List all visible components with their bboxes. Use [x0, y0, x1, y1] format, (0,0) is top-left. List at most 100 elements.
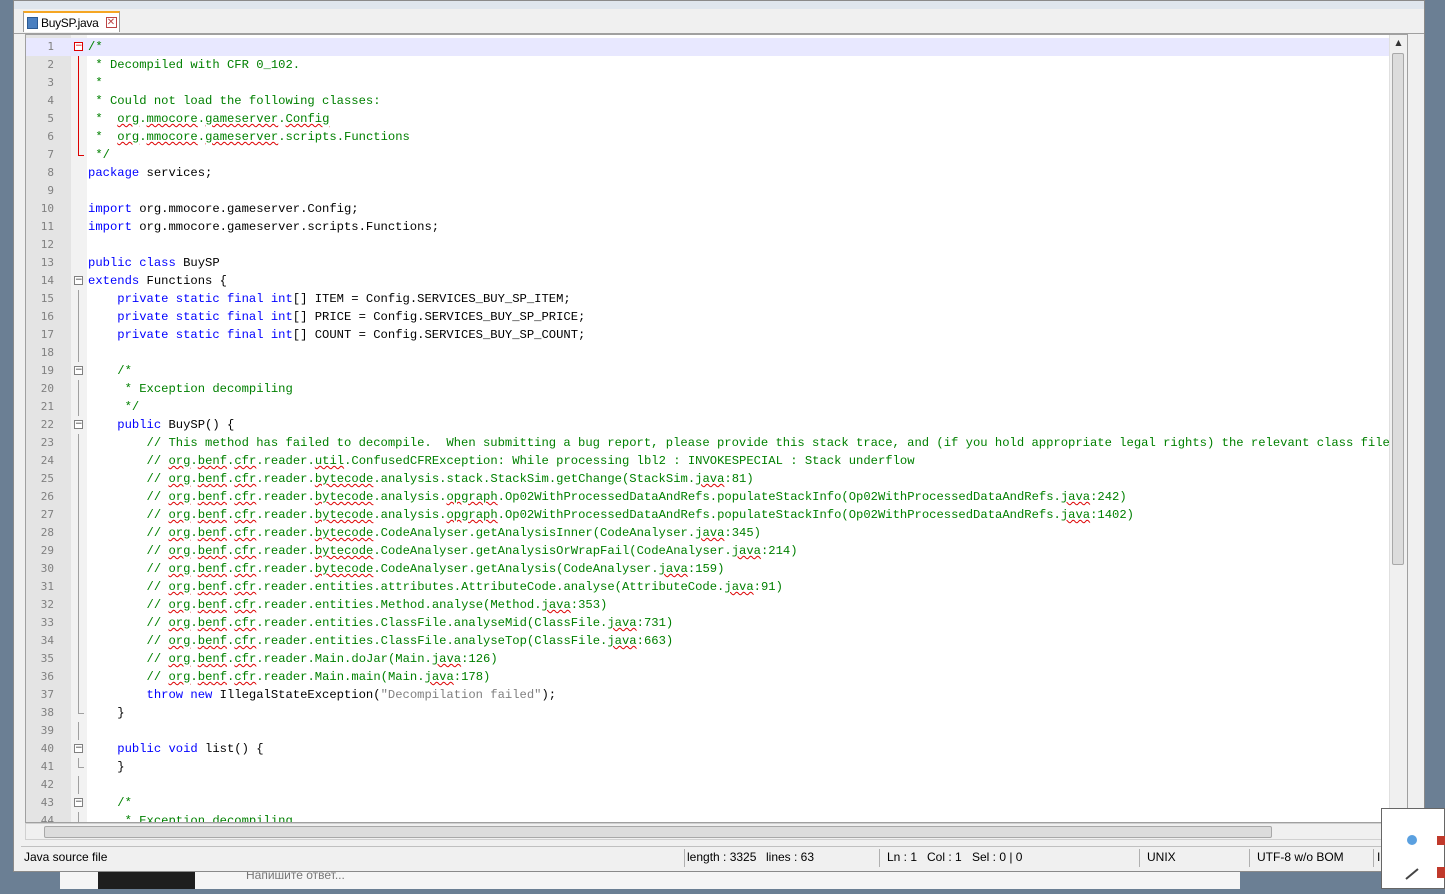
fold-toggle-icon[interactable]: − [74, 42, 83, 51]
code-line[interactable]: 26 // org.benf.cfr.reader.bytecode.analy… [26, 488, 1407, 506]
vertical-scroll-thumb[interactable] [1392, 53, 1404, 565]
code-line[interactable]: 25 // org.benf.cfr.reader.bytecode.analy… [26, 470, 1407, 488]
status-divider [684, 849, 685, 867]
code-text: * Exception decompiling [117, 382, 293, 396]
code-line[interactable]: 14 − extends Functions { [26, 272, 1407, 290]
fold-guide [78, 596, 79, 614]
line-number: 28 [40, 526, 54, 539]
code-line[interactable]: 33 // org.benf.cfr.reader.entities.Class… [26, 614, 1407, 632]
line-number: 24 [40, 454, 54, 467]
fold-toggle-icon[interactable]: − [74, 276, 83, 285]
code-line[interactable]: 16 private static final int[] PRICE = Co… [26, 308, 1407, 326]
code-line[interactable]: 38 } [26, 704, 1407, 722]
code-line[interactable]: 20 * Exception decompiling [26, 380, 1407, 398]
code-line[interactable]: 9 [26, 182, 1407, 200]
code-line[interactable]: 19 − /* [26, 362, 1407, 380]
code-text: */ [117, 400, 140, 414]
code-line[interactable]: 11 import org.mmocore.gameserver.scripts.… [26, 218, 1407, 236]
line-number: 36 [40, 670, 54, 683]
code-line[interactable]: 41 } [26, 758, 1407, 776]
fold-toggle-icon[interactable]: − [74, 798, 83, 807]
code-line[interactable]: 37 throw new IllegalStateException("Deco… [26, 686, 1407, 704]
code-line[interactable]: 39 [26, 722, 1407, 740]
line-number: 6 [47, 130, 54, 143]
code-line[interactable]: 15 private static final int[] ITEM = Con… [26, 290, 1407, 308]
code-line[interactable]: 12 [26, 236, 1407, 254]
line-number: 22 [40, 418, 54, 431]
line-number: 7 [47, 148, 54, 161]
code-line[interactable]: 34 // org.benf.cfr.reader.entities.Class… [26, 632, 1407, 650]
line-number: 11 [40, 220, 54, 233]
code-line[interactable]: 43 − /* [26, 794, 1407, 812]
tray-popup [1381, 808, 1445, 889]
line-number: 21 [40, 400, 54, 413]
tray-info-icon [1407, 835, 1417, 845]
code-line[interactable]: 13 public class BuySP [26, 254, 1407, 272]
code-text: // org.benf.cfr.reader.bytecode.CodeAnal… [146, 544, 798, 558]
code-lines: 1−/* 2 * Decompiled with CFR 0_102. 3 * 4 *… [26, 38, 1407, 822]
code-text: private static final int[] COUNT = Confi… [117, 328, 586, 342]
fold-guide [78, 74, 79, 92]
fold-guide [78, 686, 79, 704]
fold-guide [78, 650, 79, 668]
vertical-scrollbar[interactable]: ▲ [1389, 35, 1407, 822]
code-line[interactable]: 29 // org.benf.cfr.reader.bytecode.CodeA… [26, 542, 1407, 560]
tray-pen-icon [1405, 868, 1419, 880]
fold-toggle-icon[interactable]: − [74, 366, 83, 375]
code-line[interactable]: 23 // This method has failed to decompil… [26, 434, 1407, 452]
code-line[interactable]: 7 */ [26, 146, 1407, 164]
code-text: */ [88, 148, 110, 162]
line-number: 16 [40, 310, 54, 323]
horizontal-scrollbar[interactable] [25, 823, 1408, 840]
line-number: 5 [47, 112, 54, 125]
code-line[interactable]: 17 private static final int[] COUNT = Co… [26, 326, 1407, 344]
code-line[interactable]: 8 package services; [26, 164, 1407, 182]
line-number: 3 [47, 76, 54, 89]
status-eol: UNIX [1147, 850, 1176, 864]
code-line[interactable]: 30 // org.benf.cfr.reader.bytecode.CodeA… [26, 560, 1407, 578]
code-text: // org.benf.cfr.reader.entities.Method.a… [146, 598, 608, 612]
fold-guide [78, 128, 79, 146]
code-line[interactable]: 10 import org.mmocore.gameserver.Config; [26, 200, 1407, 218]
code-line[interactable]: 5 * org.mmocore.gameserver.Config [26, 110, 1407, 128]
line-number: 2 [47, 58, 54, 71]
fold-toggle-icon[interactable]: − [74, 744, 83, 753]
code-line[interactable]: 44 * Exception decompiling [26, 812, 1407, 822]
code-line[interactable]: 35 // org.benf.cfr.reader.Main.doJar(Mai… [26, 650, 1407, 668]
code-line[interactable]: 2 * Decompiled with CFR 0_102. [26, 56, 1407, 74]
code-line[interactable]: 31 // org.benf.cfr.reader.entities.attri… [26, 578, 1407, 596]
code-text: // org.benf.cfr.reader.bytecode.analysis… [146, 472, 754, 486]
code-line[interactable]: 32 // org.benf.cfr.reader.entities.Metho… [26, 596, 1407, 614]
line-number: 42 [40, 778, 54, 791]
code-line[interactable]: 4 * Could not load the following classes… [26, 92, 1407, 110]
fold-toggle-icon[interactable]: − [74, 420, 83, 429]
code-line[interactable]: 27 // org.benf.cfr.reader.bytecode.analy… [26, 506, 1407, 524]
fold-guide [78, 614, 79, 632]
code-line[interactable]: 28 // org.benf.cfr.reader.bytecode.CodeA… [26, 524, 1407, 542]
horizontal-scroll-thumb[interactable] [44, 826, 1272, 838]
fold-guide [78, 758, 79, 768]
close-icon[interactable]: ✕ [105, 17, 117, 28]
code-line[interactable]: 24 // org.benf.cfr.reader.util.ConfusedC… [26, 452, 1407, 470]
code-text: public BuySP() { [117, 418, 235, 432]
line-number: 1 [47, 40, 54, 53]
code-line[interactable]: 22 − public BuySP() { [26, 416, 1407, 434]
code-line[interactable]: 42 [26, 776, 1407, 794]
code-line[interactable]: 21 */ [26, 398, 1407, 416]
code-line[interactable]: 36 // org.benf.cfr.reader.Main.main(Main… [26, 668, 1407, 686]
code-line[interactable]: 18 [26, 344, 1407, 362]
line-number: 25 [40, 472, 54, 485]
code-line[interactable]: 3 * [26, 74, 1407, 92]
code-line[interactable]: 40 − public void list() { [26, 740, 1407, 758]
scroll-up-arrow-icon[interactable]: ▲ [1390, 35, 1407, 51]
code-line[interactable]: 6 * org.mmocore.gameserver.scripts.Funct… [26, 128, 1407, 146]
code-line[interactable]: 1 −/* [26, 38, 1407, 56]
code-editor[interactable]: 1−/* 2 * Decompiled with CFR 0_102. 3 * 4 *… [25, 34, 1408, 823]
fold-guide [78, 110, 79, 128]
tab-buysp-java[interactable]: BuySP.java ✕ [23, 11, 120, 32]
line-number: 35 [40, 652, 54, 665]
line-number: 41 [40, 760, 54, 773]
code-text: private static final int[] ITEM = Config… [117, 292, 571, 306]
fold-guide [78, 506, 79, 524]
code-text: import org.mmocore.gameserver.scripts.Fu… [88, 220, 440, 234]
